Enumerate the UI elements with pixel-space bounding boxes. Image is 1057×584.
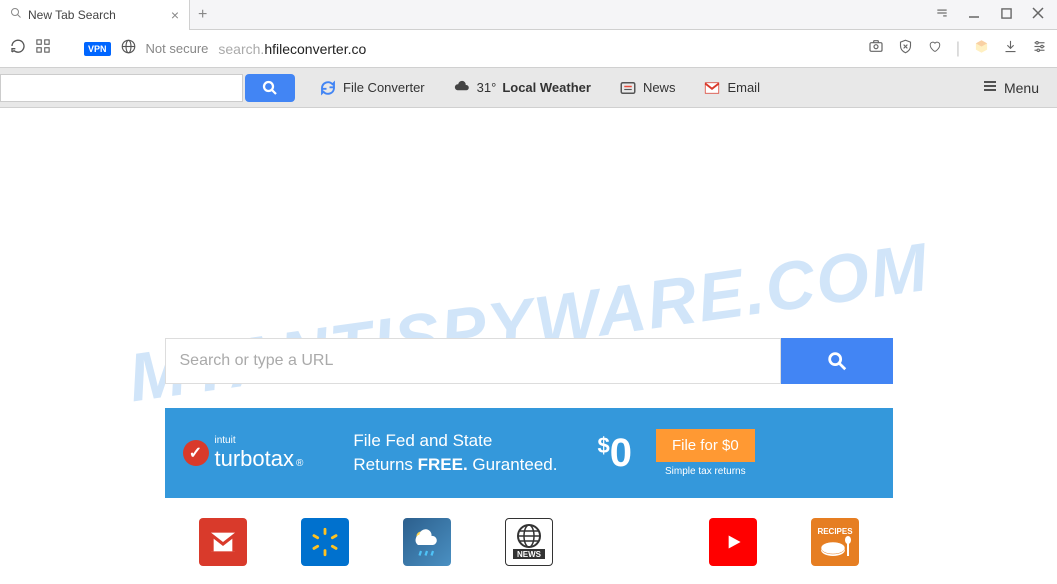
svg-text:NEWS: NEWS: [517, 550, 542, 559]
news-label: News: [643, 80, 676, 95]
weather-cloud-icon: [453, 79, 471, 97]
browser-tab[interactable]: New Tab Search ×: [0, 0, 190, 30]
url-field[interactable]: search.hfileconverter.co: [218, 41, 857, 57]
ad-text: File Fed and State Returns FREE. Gurante…: [353, 429, 557, 477]
menu-button[interactable]: Menu: [964, 78, 1057, 97]
gmail-icon: [703, 79, 721, 97]
ad-brand: intuit turbotax®: [215, 435, 304, 472]
quick-link-youtube[interactable]: [709, 518, 757, 566]
address-bar: VPN Not secure search.hfileconverter.co …: [0, 30, 1057, 68]
news-link[interactable]: News: [619, 79, 676, 97]
shield-icon[interactable]: [898, 39, 913, 59]
quick-link-news[interactable]: NEWS: [505, 518, 553, 566]
refresh-icon: [319, 79, 337, 97]
ad-logo: ✓ intuit turbotax®: [183, 435, 304, 472]
quick-link-weather[interactable]: [403, 518, 451, 566]
apps-grid-icon[interactable]: [36, 39, 50, 58]
hamburger-icon: [982, 78, 998, 97]
ad-cta-subtext: Simple tax returns: [656, 466, 755, 477]
close-icon[interactable]: ×: [171, 7, 179, 23]
menu-label: Menu: [1004, 80, 1039, 96]
svg-text:RECIPES: RECIPES: [817, 527, 853, 536]
heart-icon[interactable]: [927, 39, 942, 59]
ad-cta-block: File for $0 Simple tax returns: [656, 429, 755, 477]
quick-link-walmart[interactable]: [301, 518, 349, 566]
page-content: MYANTISPYWARE.COM ✓ intuit turbotax® Fil…: [0, 108, 1057, 584]
divider: |: [956, 40, 960, 58]
new-tab-button[interactable]: +: [190, 6, 215, 24]
main-search-button[interactable]: [781, 338, 893, 384]
file-converter-link[interactable]: File Converter: [319, 79, 425, 97]
address-actions: |: [868, 38, 1047, 59]
maximize-button[interactable]: [999, 6, 1013, 20]
page-toolbar: File Converter 31° Local Weather News Em…: [0, 68, 1057, 108]
download-icon[interactable]: [1003, 39, 1018, 59]
mini-search-input[interactable]: [0, 74, 243, 102]
cube-icon[interactable]: [974, 39, 989, 59]
camera-icon[interactable]: [868, 38, 884, 59]
settings-icon[interactable]: [1032, 39, 1047, 59]
ad-cta-button[interactable]: File for $0: [656, 429, 755, 462]
security-status: Not secure: [146, 41, 209, 56]
main-search: [165, 338, 893, 384]
close-window-button[interactable]: [1031, 6, 1045, 20]
quick-links: NEWS RECIPES: [199, 518, 859, 566]
email-link[interactable]: Email: [703, 79, 760, 97]
minimize-button[interactable]: [967, 6, 981, 20]
mini-search-button[interactable]: [245, 74, 295, 102]
weather-label: Local Weather: [502, 80, 591, 95]
tab-bar: New Tab Search × +: [0, 0, 1057, 30]
ad-price: $0: [597, 431, 632, 476]
window-controls: [927, 0, 1053, 26]
vpn-badge[interactable]: VPN: [84, 42, 111, 56]
quick-link-gmail[interactable]: [199, 518, 247, 566]
reload-icon[interactable]: [10, 38, 26, 59]
weather-temp: 31°: [477, 80, 497, 95]
main-search-input[interactable]: [165, 338, 781, 384]
news-icon: [619, 79, 637, 97]
checkmark-icon: ✓: [183, 440, 209, 466]
email-label: Email: [727, 80, 760, 95]
mini-search: [0, 68, 295, 108]
quick-link-recipes[interactable]: RECIPES: [811, 518, 859, 566]
search-icon: [10, 6, 22, 24]
globe-icon: [121, 39, 136, 59]
panel-icon[interactable]: [935, 6, 949, 20]
tab-title: New Tab Search: [28, 8, 167, 22]
turbotax-ad[interactable]: ✓ intuit turbotax® File Fed and State Re…: [165, 408, 893, 498]
file-converter-label: File Converter: [343, 80, 425, 95]
watermark: MYANTISPYWARE.COM: [123, 228, 933, 418]
toolbar-items: File Converter 31° Local Weather News Em…: [319, 79, 964, 97]
weather-link[interactable]: 31° Local Weather: [453, 79, 591, 97]
